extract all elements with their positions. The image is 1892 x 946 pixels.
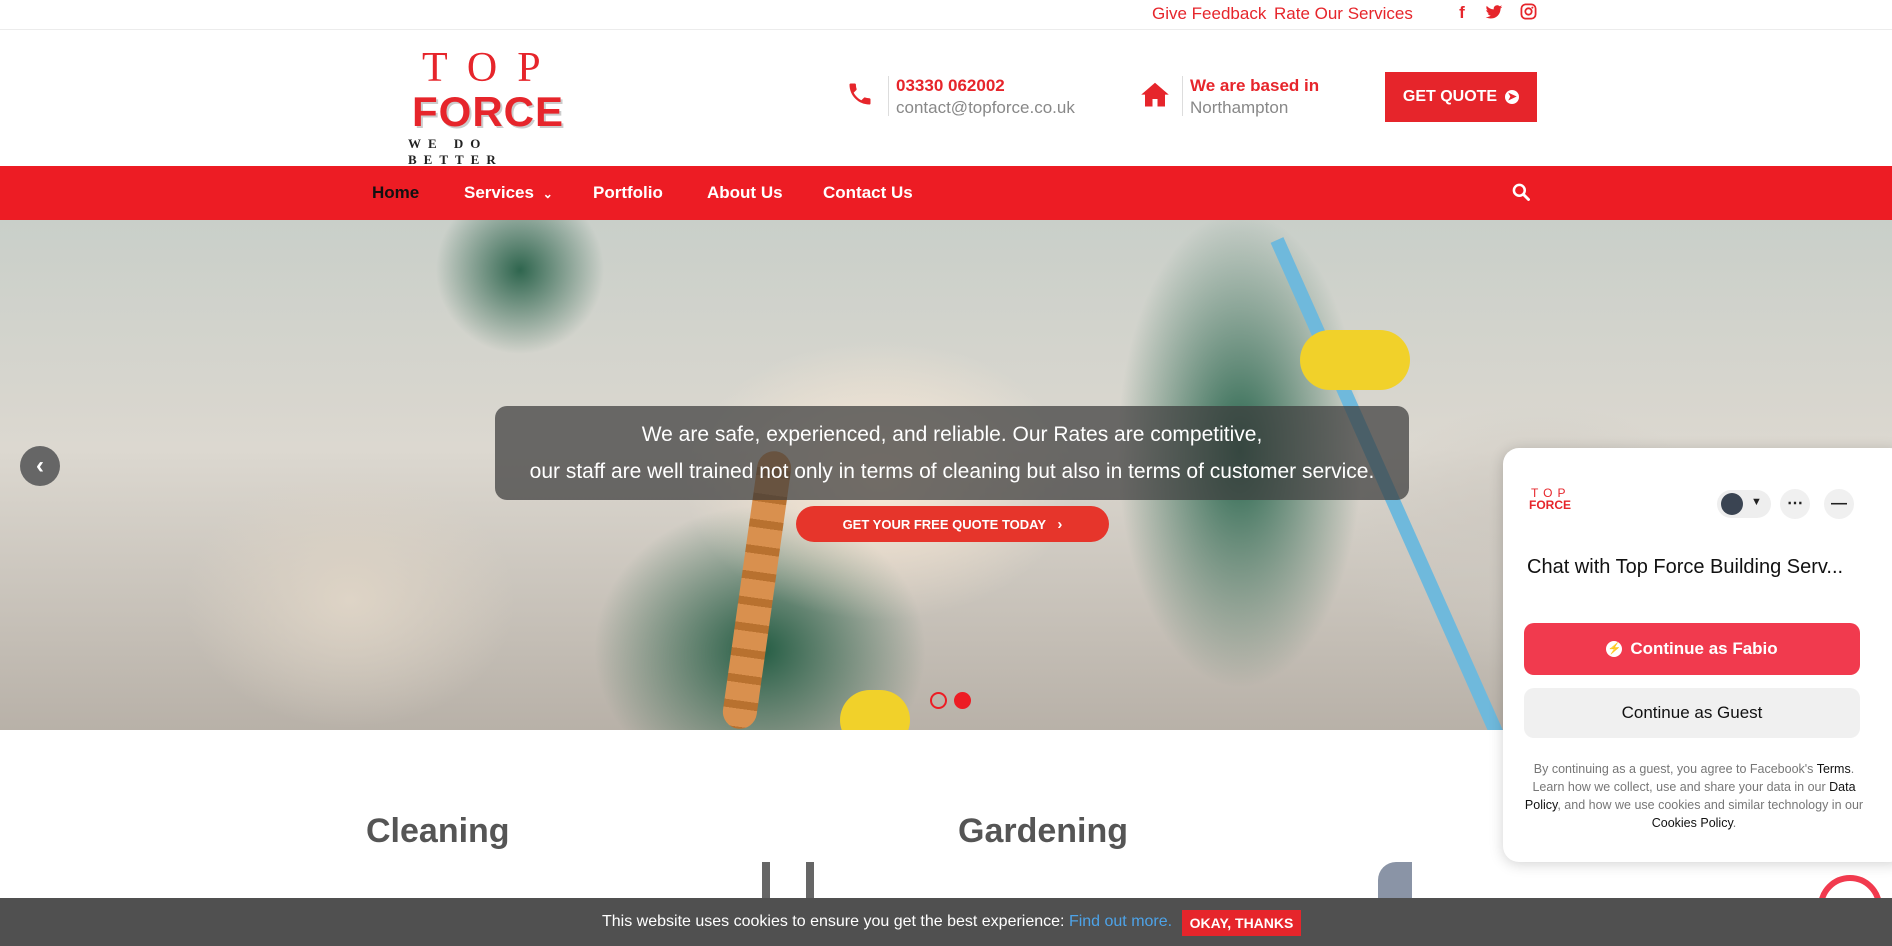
account-switcher[interactable]: ▼ bbox=[1717, 490, 1771, 518]
contact-divider bbox=[1182, 76, 1183, 116]
main-nav: Home Services ⌄ Portfolio About Us Conta… bbox=[0, 166, 1892, 220]
chat-logo-force: FORCE bbox=[1529, 498, 1571, 512]
nav-item-about-us[interactable]: About Us bbox=[707, 183, 783, 203]
hero-caption-line: our staff are well trained not only in t… bbox=[529, 460, 1375, 483]
instagram-icon[interactable] bbox=[1518, 3, 1538, 23]
logo-force-text: FORCE bbox=[412, 88, 564, 135]
site-header: TOP FORCE WE DO BETTER 03330 062002 cont… bbox=[0, 30, 1892, 167]
cookie-message: This website uses cookies to ensure you … bbox=[602, 913, 1172, 931]
chat-title: Chat with Top Force Building Serv... bbox=[1527, 556, 1844, 578]
legal-text: . bbox=[1732, 816, 1737, 830]
continue-as-user-button[interactable]: ⚡ Continue as Fabio bbox=[1524, 623, 1860, 675]
service-title-cleaning[interactable]: Cleaning bbox=[366, 812, 510, 851]
cookie-message-text: This website uses cookies to ensure you … bbox=[602, 913, 1069, 930]
phone-number[interactable]: 03330 062002 bbox=[896, 76, 1005, 96]
chevron-down-icon: ⌄ bbox=[542, 187, 553, 201]
nav-item-portfolio[interactable]: Portfolio bbox=[593, 183, 663, 203]
facebook-icon[interactable]: f bbox=[1452, 3, 1472, 23]
hero-photo-glove bbox=[1300, 330, 1410, 390]
slider-dot[interactable] bbox=[930, 692, 947, 709]
more-options-button[interactable]: ⋯ bbox=[1780, 489, 1810, 519]
site-logo[interactable]: TOP FORCE WE DO BETTER bbox=[400, 44, 590, 167]
messenger-icon: ⚡ bbox=[1606, 641, 1623, 657]
chat-legal-text: By continuing as a guest, you agree to F… bbox=[1524, 760, 1864, 832]
chat-page-logo: TOP FORCE bbox=[1527, 486, 1577, 518]
rate-services-link[interactable]: Rate Our Services bbox=[1274, 4, 1413, 24]
free-quote-button[interactable]: GET YOUR FREE QUOTE TODAY › bbox=[796, 506, 1109, 542]
avatar bbox=[1721, 493, 1743, 515]
nav-item-label: Services bbox=[464, 183, 534, 202]
minimize-button[interactable]: — bbox=[1824, 489, 1854, 519]
messenger-chat-widget: TOP FORCE ▼ ⋯ — Chat with Top Force Buil… bbox=[1503, 448, 1892, 862]
twitter-icon[interactable] bbox=[1484, 3, 1504, 23]
nav-item-services[interactable]: Services ⌄ bbox=[464, 183, 553, 203]
terms-link[interactable]: Terms bbox=[1817, 762, 1851, 776]
arrow-circle-right-icon: ➤ bbox=[1505, 90, 1520, 104]
location-label: We are based in bbox=[1190, 76, 1320, 95]
logo-top-text: TOP bbox=[422, 45, 561, 91]
top-bar: Give Feedback Rate Our Services f bbox=[0, 0, 1892, 30]
hero-caption: We are safe, experienced, and reliable. … bbox=[495, 406, 1409, 500]
gardening-icon bbox=[1378, 862, 1412, 898]
home-icon bbox=[1140, 80, 1170, 110]
get-quote-label: GET QUOTE bbox=[1402, 88, 1498, 105]
cookies-policy-link[interactable]: Cookies Policy bbox=[1652, 816, 1733, 830]
caret-down-icon: ▼ bbox=[1751, 496, 1762, 508]
hero-caption-line: We are safe, experienced, and reliable. … bbox=[641, 423, 1263, 446]
find-out-more-link[interactable]: Find out more. bbox=[1069, 913, 1172, 930]
give-feedback-link[interactable]: Give Feedback bbox=[1152, 4, 1266, 24]
accept-cookies-button[interactable]: OKAY, THANKS bbox=[1182, 910, 1301, 936]
nav-item-contact-us[interactable]: Contact Us bbox=[823, 183, 913, 203]
logo-tagline: WE DO BETTER bbox=[408, 136, 503, 167]
free-quote-label: GET YOUR FREE QUOTE TODAY bbox=[842, 516, 1046, 532]
continue-as-user-label: Continue as Fabio bbox=[1630, 639, 1778, 658]
get-quote-button[interactable]: GET QUOTE ➤ bbox=[1385, 72, 1537, 122]
contact-divider bbox=[888, 76, 889, 116]
continue-as-guest-button[interactable]: Continue as Guest bbox=[1524, 688, 1860, 738]
service-title-gardening[interactable]: Gardening bbox=[958, 812, 1128, 851]
slider-prev-button[interactable]: ‹ bbox=[20, 446, 60, 486]
cookie-banner: This website uses cookies to ensure you … bbox=[0, 898, 1892, 946]
cleaning-icon bbox=[762, 862, 814, 898]
search-icon[interactable] bbox=[1511, 182, 1531, 202]
legal-text: By continuing as a guest, you agree to F… bbox=[1533, 762, 1817, 776]
location-value: Northampton bbox=[1190, 98, 1289, 117]
hero-photo-glove bbox=[840, 690, 910, 730]
email-address[interactable]: contact@topforce.co.uk bbox=[896, 98, 1075, 118]
legal-text: , and how we use cookies and similar tec… bbox=[1557, 798, 1864, 812]
chevron-right-icon: › bbox=[1057, 515, 1063, 533]
nav-item-home[interactable]: Home bbox=[372, 183, 419, 203]
slider-dot-active[interactable] bbox=[954, 692, 971, 709]
phone-icon bbox=[846, 80, 876, 110]
